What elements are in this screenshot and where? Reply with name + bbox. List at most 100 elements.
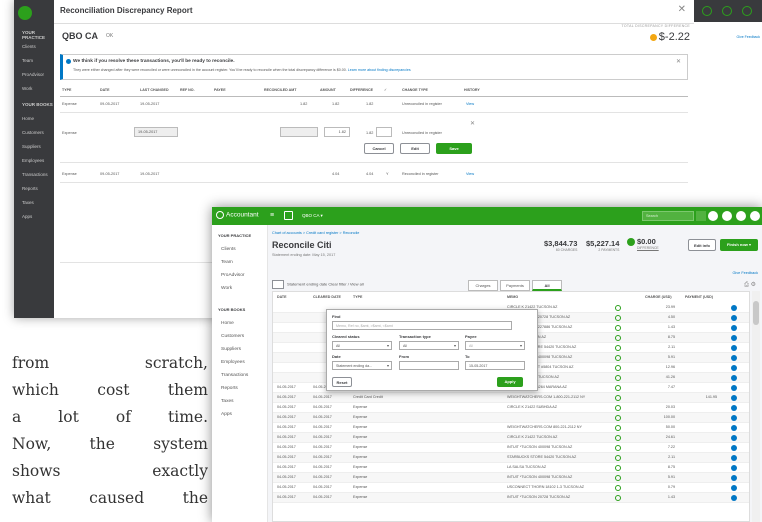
sidebar-item-proadvisor[interactable]: ProAdvisor [22,72,44,77]
col-reconciled-amt[interactable]: RECONCILED AMT [264,88,296,92]
close-icon[interactable]: ✕ [678,4,686,15]
apply-button[interactable]: Apply [497,377,523,387]
col-date[interactable]: DATE [277,295,287,299]
cleared-checkbox[interactable] [731,445,737,451]
cancel-button[interactable]: Cancel [364,143,394,154]
sidebar-item-apps[interactable]: Apps [221,412,232,417]
col-type[interactable]: TYPE [353,295,362,299]
breadcrumb[interactable]: Chart of accounts > Credit card register… [272,231,359,235]
col-type[interactable]: TYPE [62,88,71,92]
col-ref-no[interactable]: REF NO. [180,88,195,92]
save-button[interactable]: Save [436,143,472,154]
sidebar-item-reports[interactable]: Reports [22,186,38,191]
sidebar-item-transactions[interactable]: Transactions [221,373,248,378]
scrollbar-thumb[interactable] [753,301,759,325]
banner-close-icon[interactable]: ✕ [676,58,681,65]
give-feedback-link[interactable]: Give Feedback [732,271,758,275]
col-memo[interactable]: MEMO [507,295,518,299]
sidebar-item-customers[interactable]: Customers [22,130,44,135]
scrollbar[interactable] [752,291,760,522]
col-charge[interactable]: CHARGE (USD) [645,295,672,299]
cleared-checkbox[interactable] [731,325,737,331]
col-last-changed[interactable]: LAST CHANGED [140,88,169,92]
col-amount[interactable]: AMOUNT [320,88,336,92]
edit-button[interactable]: Edit [400,143,430,154]
sidebar-item-customers[interactable]: Customers [221,334,244,339]
sidebar-item-reports[interactable]: Reports [221,386,238,391]
sidebar-item-home[interactable]: Home [22,116,34,121]
cleared-checkbox[interactable] [731,415,737,421]
company-icon[interactable] [284,211,293,220]
cleared-status-select[interactable]: All [332,341,392,350]
notification-icon[interactable] [750,211,760,221]
menu-icon[interactable]: ≡ [270,212,274,219]
row3-view-link[interactable]: View [466,172,474,176]
tab-charges[interactable]: Charges [468,280,498,291]
sidebar-item-clients[interactable]: Clients [22,44,36,49]
find-input[interactable]: Memo, Ref no, $amt, >$amt, <$amt [332,321,512,330]
sidebar-item-suppliers[interactable]: Suppliers [22,144,41,149]
table-row[interactable]: 04-05-2017 04-05-2017 Expense CIRCLE K 2142… [273,433,749,443]
row1-view-link[interactable]: View [466,102,474,106]
print-settings-icons[interactable]: ⎙ ⚙ [744,281,756,289]
payee-select[interactable]: All [465,341,525,350]
table-row[interactable]: 04-05-2017 04-05-2017 Expense INTUIT *TUCSO… [273,493,749,503]
filter-bar[interactable]: Statement ending date Clear filter / Vie… [272,280,468,290]
help-icon[interactable] [742,6,752,16]
reset-button[interactable]: Reset [332,377,352,387]
cleared-checkbox[interactable] [731,425,737,431]
sidebar-item-proadvisor[interactable]: ProAdvisor [221,273,244,278]
col-payment[interactable]: PAYMENT (USD) [685,295,713,299]
cleared-checkbox[interactable] [731,405,737,411]
row2-date-input[interactable]: 19-05-2017 [134,127,178,137]
row2-rec-amt-input[interactable] [280,127,318,137]
gear-icon[interactable] [722,6,732,16]
search-icon[interactable] [696,211,706,221]
company-switcher[interactable]: QBO CA ▾ [302,213,323,219]
cleared-checkbox[interactable] [731,495,737,501]
row2-check-input[interactable] [376,127,392,137]
help-icon[interactable] [736,211,746,221]
col-change-type[interactable]: CHANGE TYPE [402,88,428,92]
finish-now-button[interactable]: Finish now ▾ [720,239,758,251]
cleared-checkbox[interactable] [731,485,737,491]
table-row[interactable]: 04-05-2017 04-05-2017 Expense CIRCLE K 2142… [273,403,749,413]
sidebar-item-taxes[interactable]: Taxes [22,200,34,205]
col-difference[interactable]: DIFFERENCE [350,88,373,92]
table-row[interactable]: 04-05-2017 04-05-2017 Expense USCONNECT THO… [273,483,749,493]
table-row[interactable]: 04-05-2017 04-05-2017 Expense INTUIT *TUCSO… [273,443,749,453]
cleared-checkbox[interactable] [731,375,737,381]
table-row[interactable]: 04-05-2017 04-05-2017 Expense INTUIT *TUCSO… [273,473,749,483]
to-input[interactable]: 15-05-2017 [465,361,525,370]
table-row[interactable]: 04-05-2017 04-05-2017 Expense STARBUCKS STO… [273,453,749,463]
col-payee[interactable]: PAYEE [214,88,226,92]
table-row[interactable]: 04-05-2017 04-05-2017 Expense WEIGHTWATCHER… [273,423,749,433]
cleared-checkbox[interactable] [731,345,737,351]
date-select[interactable]: Statement ending da... [332,361,392,370]
sidebar-item-transactions[interactable]: Transactions [22,172,48,177]
cleared-checkbox[interactable] [731,335,737,341]
search-input[interactable]: Search [642,211,694,221]
edit-info-button[interactable]: Edit info [688,239,716,251]
transaction-type-select[interactable]: All [399,341,459,350]
tab-payments[interactable]: Payments [500,280,530,291]
col-cleared-date[interactable]: CLEARED DATE [313,295,341,299]
row2-amount-input[interactable]: 1.82 [324,127,350,137]
sidebar-item-home[interactable]: Home [221,321,234,326]
learn-more-link[interactable]: Learn more about finding discrepancies [348,68,411,72]
back-give-feedback-link[interactable]: Give Feedback [736,35,760,39]
tab-all[interactable]: All [532,280,562,291]
cleared-checkbox[interactable] [731,465,737,471]
plus-icon[interactable] [702,6,712,16]
col-history[interactable]: HISTORY [464,88,480,92]
cleared-checkbox[interactable] [731,315,737,321]
col-check[interactable]: ✓ [384,88,387,92]
cleared-checkbox[interactable] [731,475,737,481]
sidebar-item-clients[interactable]: Clients [221,247,236,252]
from-input[interactable] [399,361,459,370]
table-row[interactable]: 04-05-2017 04-05-2017 Credit Card Credit WE… [273,393,749,403]
cleared-checkbox[interactable] [731,355,737,361]
cleared-checkbox[interactable] [731,385,737,391]
sidebar-item-suppliers[interactable]: Suppliers [221,347,241,352]
sidebar-item-team[interactable]: Team [221,260,233,265]
